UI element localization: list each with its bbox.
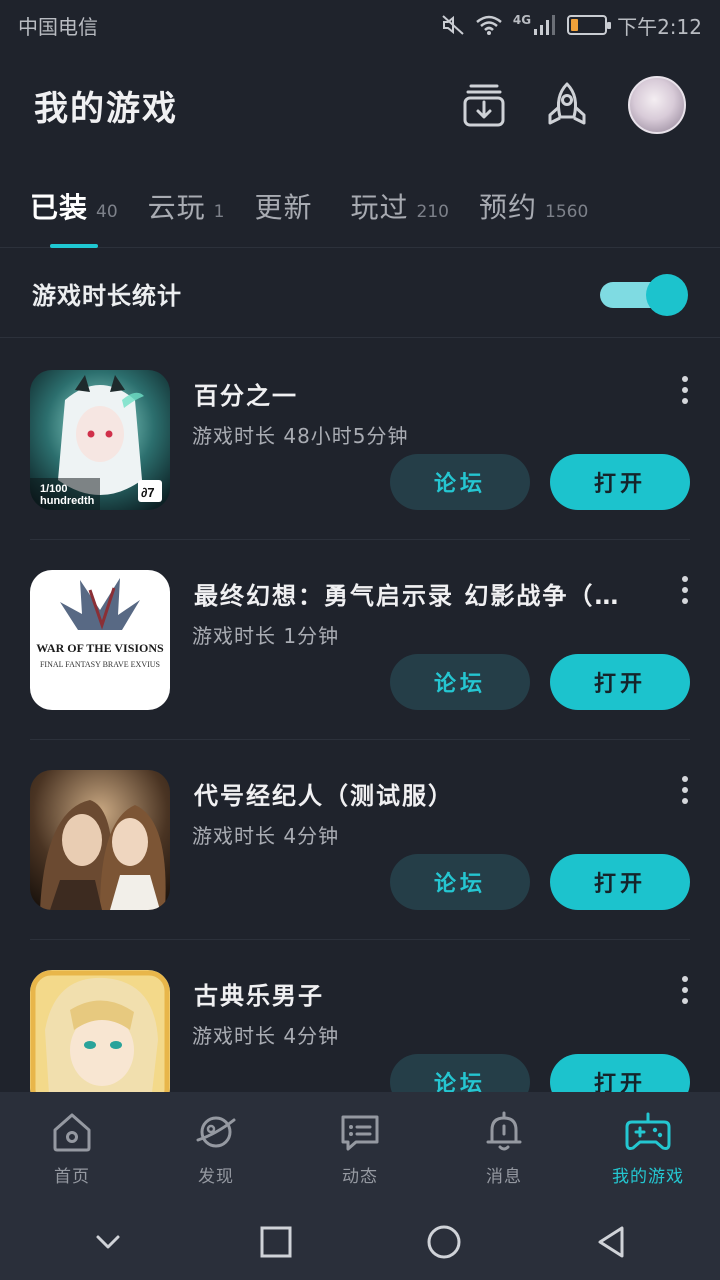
game-icon-classical-boys[interactable] — [30, 970, 170, 1092]
gamepad-icon — [625, 1112, 671, 1150]
nav-discover[interactable]: 发现 — [144, 1092, 288, 1204]
open-button[interactable]: 打开 — [550, 1054, 690, 1092]
game-title: 古典乐男子 — [194, 982, 324, 1010]
tab-label: 云玩 — [147, 191, 206, 224]
tab-cloud-play[interactable]: 云玩 1 — [148, 170, 225, 248]
list-item[interactable]: 代号经纪人（测试服） 游戏时长 4分钟 论坛 打开 — [30, 740, 690, 940]
mute-icon — [442, 15, 464, 35]
open-button[interactable]: 打开 — [550, 854, 690, 910]
more-options-icon[interactable] — [680, 976, 690, 1004]
user-avatar[interactable] — [628, 76, 686, 134]
rocket-icon[interactable] — [544, 81, 590, 129]
list-item[interactable]: 古典乐男子 游戏时长 4分钟 论坛 打开 — [30, 940, 690, 1092]
forum-button[interactable]: 论坛 — [390, 854, 530, 910]
game-list: 1/100 hundredth ∂7 百分之一 游戏时长 48小时5分钟 论坛 … — [0, 340, 720, 1092]
more-options-icon[interactable] — [680, 376, 690, 404]
toggle-knob — [646, 273, 688, 316]
nav-label: 首页 — [54, 1167, 90, 1187]
home-icon — [53, 1113, 91, 1152]
tab-reserved[interactable]: 预约 1560 — [479, 170, 588, 248]
tab-count: 1560 — [545, 202, 589, 222]
game-icon-one-percent[interactable]: 1/100 hundredth ∂7 — [30, 370, 170, 510]
playtime-stats-label: 游戏时长统计 — [32, 282, 182, 310]
svg-text:1/100: 1/100 — [40, 483, 68, 495]
tab-label: 玩过 — [350, 191, 409, 224]
header-actions — [462, 76, 686, 134]
app-header: 我的游戏 — [0, 60, 720, 150]
battery-icon — [567, 15, 612, 35]
game-playtime: 游戏时长 4分钟 — [192, 824, 340, 848]
tab-played[interactable]: 玩过 210 — [351, 170, 449, 248]
more-options-icon[interactable] — [680, 576, 690, 604]
game-icon-war-of-the-visions[interactable]: WAR OF THE VISIONS FINAL FANTASY BRAVE E… — [30, 570, 170, 710]
tab-updates[interactable]: 更新 — [255, 170, 321, 248]
nav-label: 动态 — [342, 1167, 378, 1187]
wifi-icon — [476, 15, 502, 35]
icon-subtitle-text: FINAL FANTASY BRAVE EXVIUS — [40, 660, 160, 669]
tab-label: 已装 — [30, 191, 89, 224]
game-playtime: 游戏时长 48小时5分钟 — [192, 424, 409, 448]
forum-button[interactable]: 论坛 — [390, 454, 530, 510]
battery-level — [571, 19, 579, 31]
forum-button[interactable]: 论坛 — [390, 654, 530, 710]
recent-apps-icon[interactable] — [256, 1222, 296, 1262]
playtime-stats-toggle[interactable] — [600, 273, 688, 316]
nav-label: 我的游戏 — [612, 1167, 684, 1187]
game-title: 最终幻想：勇气启示录 幻影战争（… — [194, 582, 621, 610]
svg-text:∂7: ∂7 — [141, 485, 155, 500]
list-item[interactable]: 1/100 hundredth ∂7 百分之一 游戏时长 48小时5分钟 论坛 … — [30, 340, 690, 540]
download-manager-icon[interactable] — [462, 82, 506, 128]
game-playtime: 游戏时长 4分钟 — [192, 1024, 340, 1048]
nav-home[interactable]: 首页 — [0, 1092, 144, 1204]
active-tab-indicator — [50, 244, 98, 248]
tab-bar: 已装 40 云玩 1 更新 玩过 210 预约 1560 — [0, 170, 720, 248]
planet-icon — [196, 1116, 236, 1148]
tab-installed[interactable]: 已装 40 — [30, 170, 118, 248]
back-icon[interactable] — [592, 1222, 632, 1262]
forum-button[interactable]: 论坛 — [390, 1054, 530, 1092]
game-title: 百分之一 — [194, 382, 298, 410]
more-options-icon[interactable] — [680, 776, 690, 804]
message-icon — [341, 1115, 379, 1151]
nav-messages[interactable]: 消息 — [432, 1092, 576, 1204]
network-type: 4G — [512, 13, 532, 27]
bottom-nav: 首页 发现 动态 消息 我的游戏 — [0, 1092, 720, 1204]
game-playtime: 游戏时长 1分钟 — [192, 624, 340, 648]
tab-count: 40 — [96, 202, 118, 222]
status-icons: 4G 下午2:12 — [441, 11, 702, 40]
open-button[interactable]: 打开 — [550, 654, 690, 710]
status-time: 下午2:12 — [617, 14, 702, 39]
nav-my-games[interactable]: 我的游戏 — [576, 1092, 720, 1204]
list-item[interactable]: WAR OF THE VISIONS FINAL FANTASY BRAVE E… — [30, 540, 690, 740]
game-title: 代号经纪人（测试服） — [194, 782, 454, 810]
tab-label: 预约 — [478, 191, 537, 224]
signal-icon — [534, 15, 556, 35]
home-button-icon[interactable] — [424, 1222, 464, 1262]
status-bar: 中国电信 4G 下午2:12 — [0, 0, 720, 50]
nav-label: 发现 — [198, 1167, 234, 1187]
nav-feed[interactable]: 动态 — [288, 1092, 432, 1204]
tab-count: 1 — [213, 202, 225, 222]
svg-text:hundredth: hundredth — [40, 495, 95, 507]
carrier-label: 中国电信 — [18, 14, 98, 39]
nav-label: 消息 — [486, 1167, 522, 1187]
system-nav-bar — [0, 1204, 720, 1280]
chevron-down-icon[interactable] — [88, 1222, 128, 1262]
icon-title-text: WAR OF THE VISIONS — [36, 641, 164, 655]
page-title: 我的游戏 — [34, 88, 178, 129]
playtime-stats-row: 游戏时长统计 — [0, 250, 720, 338]
game-icon-agent[interactable] — [30, 770, 170, 910]
bell-icon — [486, 1111, 522, 1151]
open-button[interactable]: 打开 — [550, 454, 690, 510]
tab-count: 210 — [416, 202, 449, 222]
tab-label: 更新 — [254, 191, 313, 224]
